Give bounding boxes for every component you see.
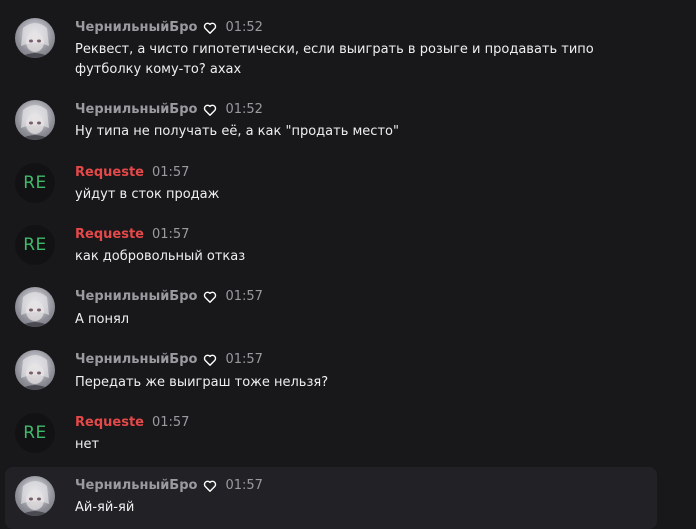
timestamp: 01:52 [225, 101, 263, 117]
message-text: Реквест, а чисто гипотетически, если выи… [75, 42, 594, 77]
chat-message: RE Requeste 01:57 нет [5, 404, 657, 462]
timestamp: 01:57 [151, 414, 190, 430]
heart-icon[interactable] [203, 20, 217, 34]
username[interactable]: ЧернильныйБро [75, 102, 197, 117]
message-text: нет [75, 437, 100, 452]
timestamp: 01:57 [225, 477, 263, 493]
message-text: как добровольный отказ [75, 249, 246, 264]
chat-message: ЧернильныйБро 01:52 Ну типа не получать … [5, 91, 657, 149]
avatar[interactable] [15, 100, 55, 140]
message-text: Ну типа не получать её, а как "продать м… [75, 124, 399, 139]
heart-icon[interactable] [203, 289, 217, 303]
chat-message: ЧернильныйБро 01:57 Передать же выиграш … [5, 341, 657, 399]
chat-log: ЧернильныйБро 01:52 Реквест, а чисто гип… [0, 0, 696, 529]
username[interactable]: Requeste [75, 165, 144, 180]
username[interactable]: Requeste [75, 227, 144, 242]
avatar[interactable] [15, 18, 55, 58]
username[interactable]: ЧернильныйБро [75, 478, 197, 493]
username[interactable]: ЧернильныйБро [75, 20, 197, 35]
timestamp: 01:52 [225, 19, 263, 35]
chat-message: ЧернильныйБро 01:52 Реквест, а чисто гип… [5, 8, 657, 84]
avatar[interactable] [15, 287, 55, 327]
username[interactable]: ЧернильныйБро [75, 352, 197, 367]
timestamp: 01:57 [225, 351, 263, 367]
avatar[interactable]: RE [15, 413, 55, 453]
avatar[interactable]: RE [15, 225, 55, 265]
timestamp: 01:57 [151, 164, 190, 180]
avatar[interactable] [15, 476, 55, 516]
chat-message: RE Requeste 01:57 как добровольный отказ [5, 216, 657, 274]
chat-message: ЧернильныйБро 01:57 Ай-яй-яй [5, 467, 657, 529]
timestamp: 01:57 [225, 288, 263, 304]
chat-message: RE Requeste 01:57 уйдут в сток продаж [5, 154, 657, 212]
timestamp: 01:57 [151, 226, 190, 242]
heart-icon[interactable] [203, 352, 217, 366]
heart-icon[interactable] [203, 102, 217, 116]
message-text: Передать же выиграш тоже нельзя? [75, 375, 329, 390]
chat-message: ЧернильныйБро 01:57 А понял [5, 278, 657, 336]
username[interactable]: Requeste [75, 415, 144, 430]
message-text: А понял [75, 312, 130, 327]
username[interactable]: ЧернильныйБро [75, 289, 197, 304]
avatar[interactable]: RE [15, 163, 55, 203]
heart-icon[interactable] [203, 478, 217, 492]
avatar[interactable] [15, 350, 55, 390]
message-text: уйдут в сток продаж [75, 187, 220, 202]
message-text: Ай-яй-яй [75, 500, 135, 515]
